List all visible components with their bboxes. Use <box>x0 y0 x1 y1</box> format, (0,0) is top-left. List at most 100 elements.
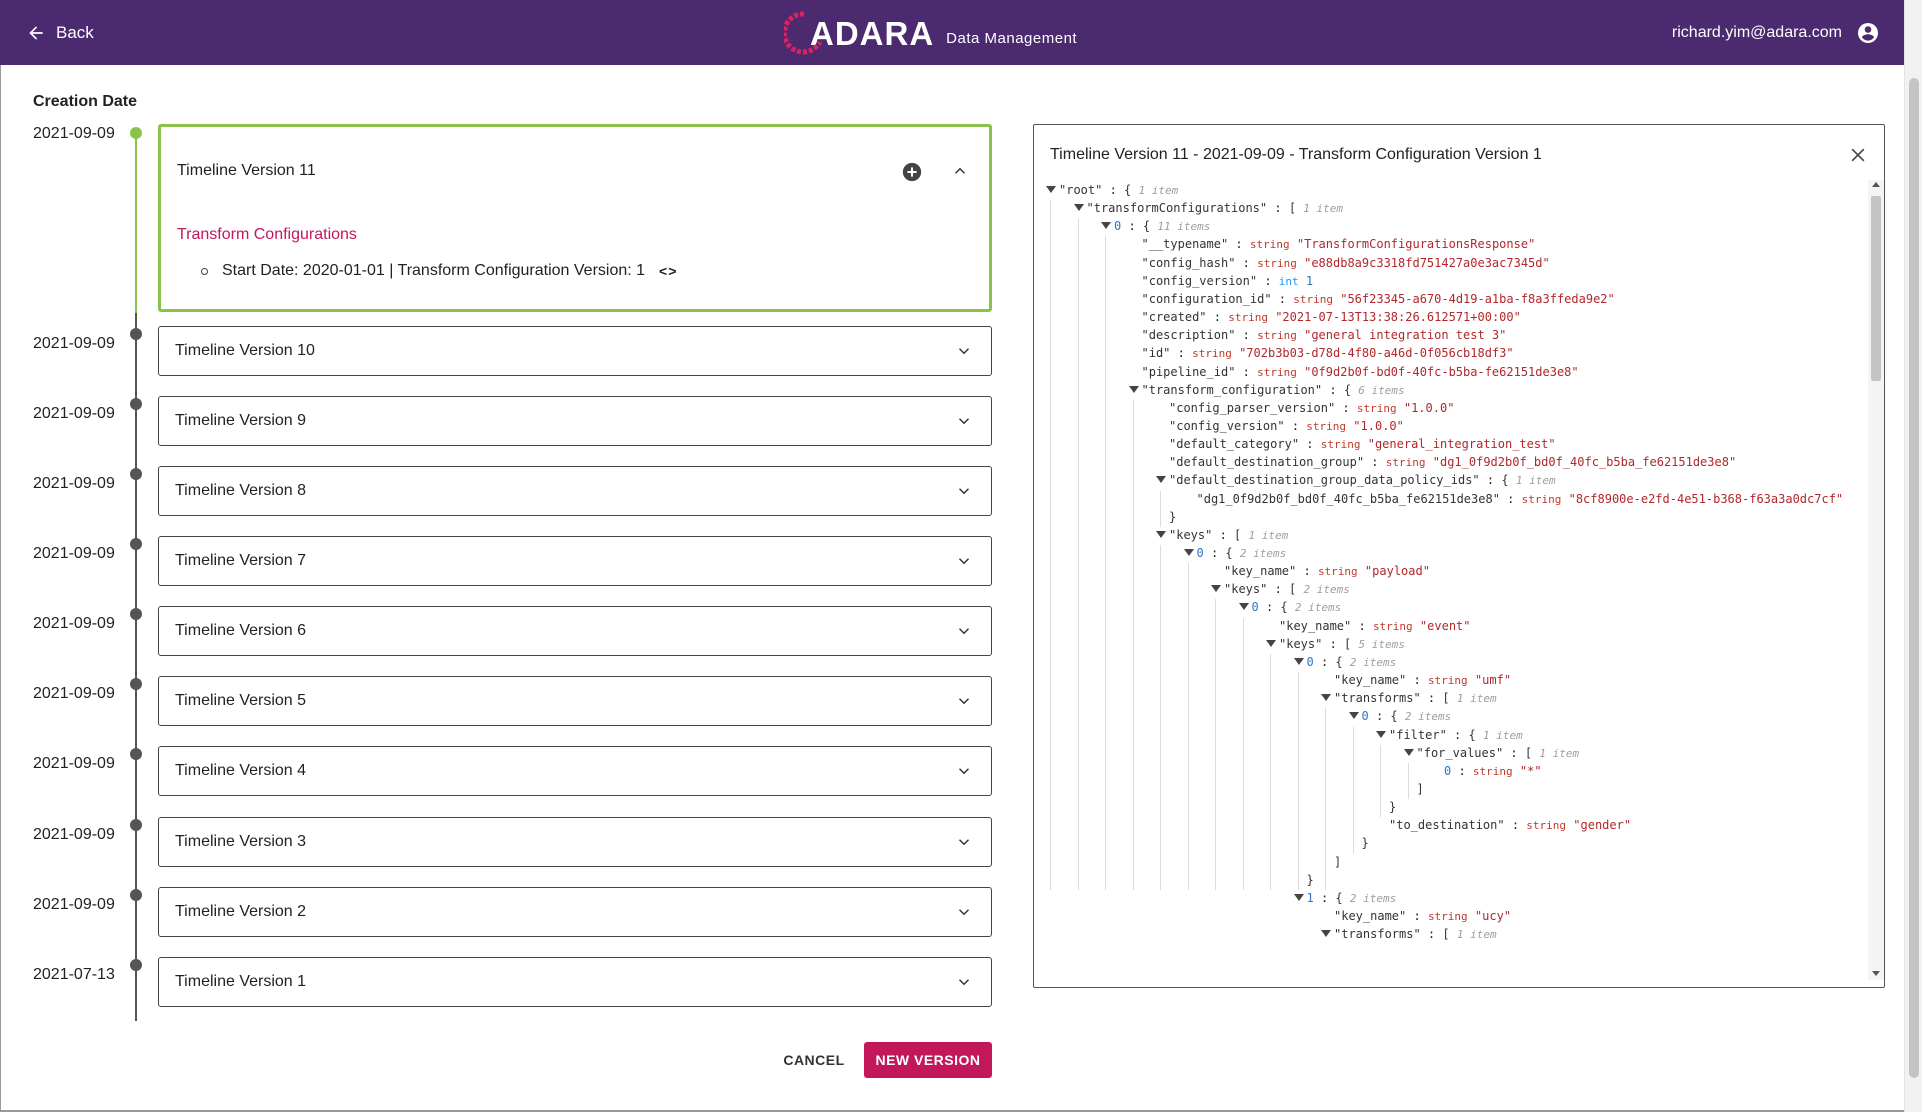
expand-arrow-icon[interactable] <box>1293 893 1304 901</box>
json-row: } <box>1362 834 1369 852</box>
json-row[interactable]: "keys" : [ 1 item <box>1156 526 1288 544</box>
json-scrollbar-thumb[interactable] <box>1871 196 1881 381</box>
timeline-version-card-expanded: Timeline Version 11 Transform Configurat… <box>158 124 992 312</box>
expand-arrow-icon[interactable] <box>1128 385 1139 393</box>
expand-arrow-icon[interactable] <box>1156 530 1166 538</box>
expand-arrow-icon[interactable] <box>1211 585 1221 593</box>
chevron-down-icon[interactable] <box>955 833 973 851</box>
expand-arrow-icon[interactable] <box>1321 930 1331 938</box>
json-bracket: } <box>1306 872 1314 887</box>
timeline-version-card[interactable]: Timeline Version 8 <box>158 466 992 516</box>
json-bracket: { <box>1142 219 1151 234</box>
timeline-version-card[interactable]: Timeline Version 9 <box>158 396 992 446</box>
json-row[interactable]: "transformConfigurations" : [ 1 item <box>1073 199 1343 217</box>
json-type: string <box>1521 492 1562 506</box>
timeline-version-card[interactable]: Timeline Version 2 <box>158 887 992 937</box>
json-type: string <box>1372 619 1413 633</box>
expand-arrow-icon[interactable] <box>1046 186 1056 193</box>
chevron-down-icon[interactable] <box>955 412 973 430</box>
chevron-down-icon[interactable] <box>955 482 973 500</box>
json-row[interactable]: "transforms" : [ 1 item <box>1321 689 1497 707</box>
json-row[interactable]: "transform_configuration" : { 6 items <box>1128 381 1405 399</box>
timeline-date: 2021-09-09 <box>33 826 115 843</box>
expand-arrow-icon[interactable] <box>1183 549 1194 556</box>
timeline-version-card[interactable]: Timeline Version 3 <box>158 817 992 867</box>
json-row[interactable]: "transforms" : [ 1 item <box>1321 925 1497 943</box>
expand-arrow-icon[interactable] <box>1376 730 1386 738</box>
json-row: "config_version" : string "1.0.0" <box>1169 418 1404 433</box>
expand-arrow-icon[interactable] <box>1321 694 1331 702</box>
expand-arrow-icon[interactable] <box>1073 204 1084 212</box>
json-value: "2021-07-13T13:38:26.612571+00:00" <box>1275 310 1521 325</box>
json-bracket: ] <box>1416 781 1424 796</box>
json-type: string <box>1306 419 1347 433</box>
json-key: "pipeline_id" <box>1141 364 1236 379</box>
user-menu[interactable]: richard.yim@adara.com <box>1672 20 1880 46</box>
timeline-version-title: Timeline Version 10 <box>175 342 315 359</box>
json-row[interactable]: "default_destination_group_data_policy_i… <box>1156 471 1556 489</box>
close-icon[interactable] <box>1848 145 1868 165</box>
page-scrollbar[interactable] <box>1904 0 1922 1112</box>
timeline-date: 2021-09-09 <box>33 896 115 913</box>
scroll-up-arrow-icon[interactable] <box>1872 182 1880 187</box>
expand-arrow-icon[interactable] <box>1403 748 1414 756</box>
page-scrollbar-thumb[interactable] <box>1909 78 1919 1078</box>
chevron-down-icon[interactable] <box>955 903 973 921</box>
json-row[interactable]: "keys" : [ 2 items <box>1211 580 1350 598</box>
json-row[interactable]: 0 : { 2 items <box>1348 707 1451 725</box>
json-row[interactable]: 0 : { 2 items <box>1183 544 1286 562</box>
chevron-down-icon[interactable] <box>955 973 973 991</box>
chevron-down-icon[interactable] <box>955 552 973 570</box>
json-type: string <box>1385 456 1426 470</box>
json-value: "TransformConfigurationsResponse" <box>1296 237 1536 252</box>
chevron-up-icon[interactable] <box>951 162 969 180</box>
json-row[interactable]: "filter" : { 1 item <box>1376 726 1523 744</box>
timeline-version-card[interactable]: Timeline Version 7 <box>158 536 992 586</box>
json-row[interactable]: 0 : { 11 items <box>1101 217 1210 235</box>
json-type: string <box>1249 238 1290 252</box>
timeline-version-card[interactable]: Timeline Version 5 <box>158 676 992 726</box>
back-button[interactable]: Back <box>26 20 94 46</box>
json-bracket: [ <box>1234 527 1242 542</box>
timeline-dot <box>130 889 142 901</box>
json-type: string <box>1356 401 1397 415</box>
timeline-version-card[interactable]: Timeline Version 6 <box>158 606 992 656</box>
timeline-dot <box>130 538 142 550</box>
add-circle-icon[interactable] <box>901 161 923 183</box>
chevron-down-icon[interactable] <box>955 622 973 640</box>
json-row: "config_hash" : string "e88db8a9c3318fd7… <box>1141 255 1550 270</box>
chevron-down-icon[interactable] <box>955 762 973 780</box>
expand-arrow-icon[interactable] <box>1156 476 1166 484</box>
chevron-down-icon[interactable] <box>955 342 973 360</box>
chevron-down-icon[interactable] <box>955 692 973 710</box>
json-row: "__typename" : string "TransformConfigur… <box>1141 237 1536 252</box>
json-type: string <box>1427 910 1468 923</box>
timeline-version-title: Timeline Version 4 <box>175 762 307 779</box>
json-key: "id" <box>1141 346 1171 361</box>
json-key: "keys" <box>1224 582 1268 597</box>
new-version-button[interactable]: NEW VERSION <box>864 1042 992 1078</box>
json-row[interactable]: 0 : { 2 items <box>1238 598 1341 616</box>
expand-arrow-icon[interactable] <box>1238 603 1249 611</box>
json-row[interactable]: "for_values" : [ 1 item <box>1403 744 1580 762</box>
json-item-count: 1 item <box>1456 928 1497 942</box>
json-value: "e88db8a9c3318fd751427a0e3ac7345d" <box>1304 255 1550 270</box>
creation-date-label: Creation Date <box>33 93 138 110</box>
timeline-version-card[interactable]: Timeline Version 1 <box>158 957 992 1007</box>
cancel-button[interactable]: CANCEL <box>772 1042 856 1078</box>
expand-arrow-icon[interactable] <box>1348 712 1359 720</box>
timeline-version-card[interactable]: Timeline Version 4 <box>158 746 992 796</box>
code-view-icon[interactable]: <> <box>659 263 677 279</box>
json-scrollbar[interactable] <box>1868 180 1884 980</box>
json-row[interactable]: 1 : { 2 items <box>1293 889 1396 907</box>
scroll-down-arrow-icon[interactable] <box>1872 971 1880 976</box>
json-row[interactable]: "keys" : [ 5 items <box>1266 635 1405 653</box>
json-tree[interactable]: "root" : { 1 item "transformConfiguration… <box>1046 180 1854 987</box>
json-row[interactable]: 0 : { 2 items <box>1293 653 1396 671</box>
json-item-count: 1 item <box>1539 746 1580 760</box>
expand-arrow-icon[interactable] <box>1266 639 1276 647</box>
expand-arrow-icon[interactable] <box>1101 222 1111 230</box>
timeline-version-card[interactable]: Timeline Version 10 <box>158 326 992 376</box>
json-row[interactable]: "root" : { 1 item <box>1046 181 1178 199</box>
expand-arrow-icon[interactable] <box>1293 657 1304 665</box>
